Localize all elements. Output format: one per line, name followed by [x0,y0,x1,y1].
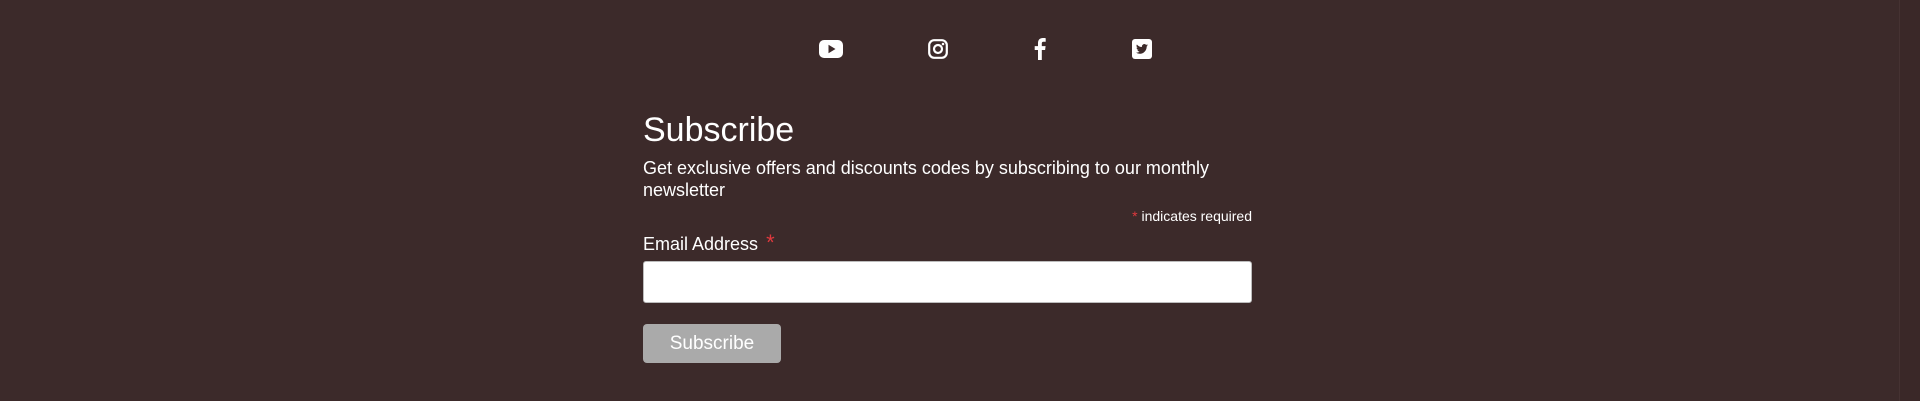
subscribe-form: Subscribe Get exclusive offers and disco… [643,108,1283,363]
required-indicator-note: * indicates required [643,207,1252,225]
youtube-icon[interactable] [817,36,845,62]
facebook-icon[interactable] [1030,36,1050,62]
email-input[interactable] [643,261,1252,303]
required-asterisk: * [1132,208,1138,224]
subscribe-title: Subscribe [643,111,795,149]
instagram-icon[interactable] [926,36,950,62]
email-label-text: Email Address [643,234,759,254]
newsletter-footer: Subscribe Get exclusive offers and disco… [0,0,1920,401]
subscribe-button[interactable]: Subscribe [643,324,781,363]
required-note-text: indicates required [1141,208,1252,224]
email-required-asterisk: * [766,230,775,255]
subscribe-description: Get exclusive offers and discounts codes… [643,158,1209,200]
social-links [0,36,1920,62]
email-label: Email Address * [643,232,775,255]
twitter-icon[interactable] [1131,36,1153,62]
scrollbar[interactable] [1899,0,1920,401]
